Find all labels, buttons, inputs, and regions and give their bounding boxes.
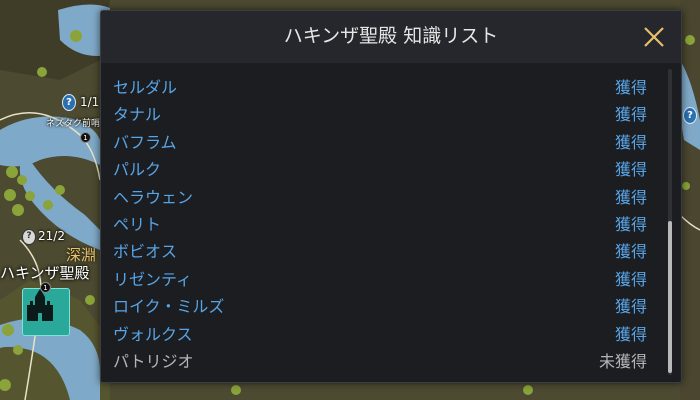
knowledge-list[interactable]: セルダル 獲得 タナル 獲得 バフラム 獲得 パルク 獲得 ヘラウェン 獲得 ペ…: [111, 74, 651, 374]
node-number-badge-icon: 1: [40, 282, 51, 293]
scrollbar-thumb[interactable]: [668, 221, 672, 373]
knowledge-name: パルク: [113, 160, 162, 180]
castle-node-icon[interactable]: [22, 288, 70, 336]
shrine-name-label: ハキンザ聖殿: [0, 264, 90, 282]
knowledge-status: 獲得: [614, 269, 647, 289]
dialog-title: ハキンザ聖殿 知識リスト: [283, 25, 499, 47]
quest-marker-icon[interactable]: ?: [62, 94, 76, 111]
knowledge-status: 未獲得: [598, 351, 647, 371]
scrollbar-track[interactable]: [668, 69, 672, 375]
list-item[interactable]: ロイク・ミルズ 獲得: [111, 293, 651, 320]
list-item[interactable]: ペリト 獲得: [111, 211, 651, 238]
knowledge-name: リゼンティ: [113, 269, 193, 289]
list-item[interactable]: ヘラウェン 獲得: [111, 184, 651, 211]
knowledge-status: 獲得: [614, 214, 647, 234]
list-item[interactable]: パルク 獲得: [111, 156, 651, 183]
knowledge-name: バフラム: [113, 132, 177, 152]
knowledge-status: 獲得: [614, 242, 647, 262]
knowledge-status: 獲得: [614, 187, 647, 207]
knowledge-name: セルダル: [113, 78, 178, 97]
quest-counter-1: 1/1: [80, 95, 100, 109]
knowledge-name: ヴォルクス: [113, 324, 193, 344]
knowledge-name: ボビオス: [113, 242, 178, 262]
knowledge-status: 獲得: [614, 105, 647, 125]
knowledge-status: 獲得: [614, 132, 647, 152]
knowledge-name: タナル: [113, 105, 162, 125]
knowledge-status: 獲得: [614, 160, 647, 180]
knowledge-name: ペリト: [113, 214, 162, 234]
knowledge-name: パトリジオ: [113, 351, 194, 371]
list-item[interactable]: リゼンティ 獲得: [111, 266, 651, 293]
list-item[interactable]: タナル 獲得: [111, 101, 651, 128]
list-item[interactable]: セルダル 獲得: [111, 74, 651, 101]
map-small-label: ネズタク前哨: [46, 119, 101, 129]
quest-marker-gray-icon[interactable]: ?: [22, 229, 36, 245]
knowledge-list-dialog: ハキンザ聖殿 知識リスト セルダル 獲得 タナル 獲得 バフラム 獲得 パルク …: [100, 10, 682, 383]
list-item[interactable]: ボビオス 獲得: [111, 238, 651, 265]
knowledge-name: ロイク・ミルズ: [113, 297, 225, 317]
list-item[interactable]: パトリジオ 未獲得: [111, 348, 651, 374]
knowledge-name: ヘラウェン: [113, 187, 194, 207]
close-button[interactable]: [641, 24, 667, 50]
list-item[interactable]: ヴォルクス 獲得: [111, 321, 651, 348]
castle-icon: [27, 289, 53, 321]
quest-marker-right-icon[interactable]: ?: [683, 107, 697, 124]
quest-counter-2: 21/2: [38, 229, 65, 243]
knowledge-status: 獲得: [614, 78, 647, 97]
list-item[interactable]: バフラム 獲得: [111, 129, 651, 156]
knowledge-status: 獲得: [614, 297, 647, 317]
close-icon: [644, 27, 664, 47]
number-badge-icon: 1: [80, 132, 91, 143]
knowledge-status: 獲得: [614, 324, 647, 344]
